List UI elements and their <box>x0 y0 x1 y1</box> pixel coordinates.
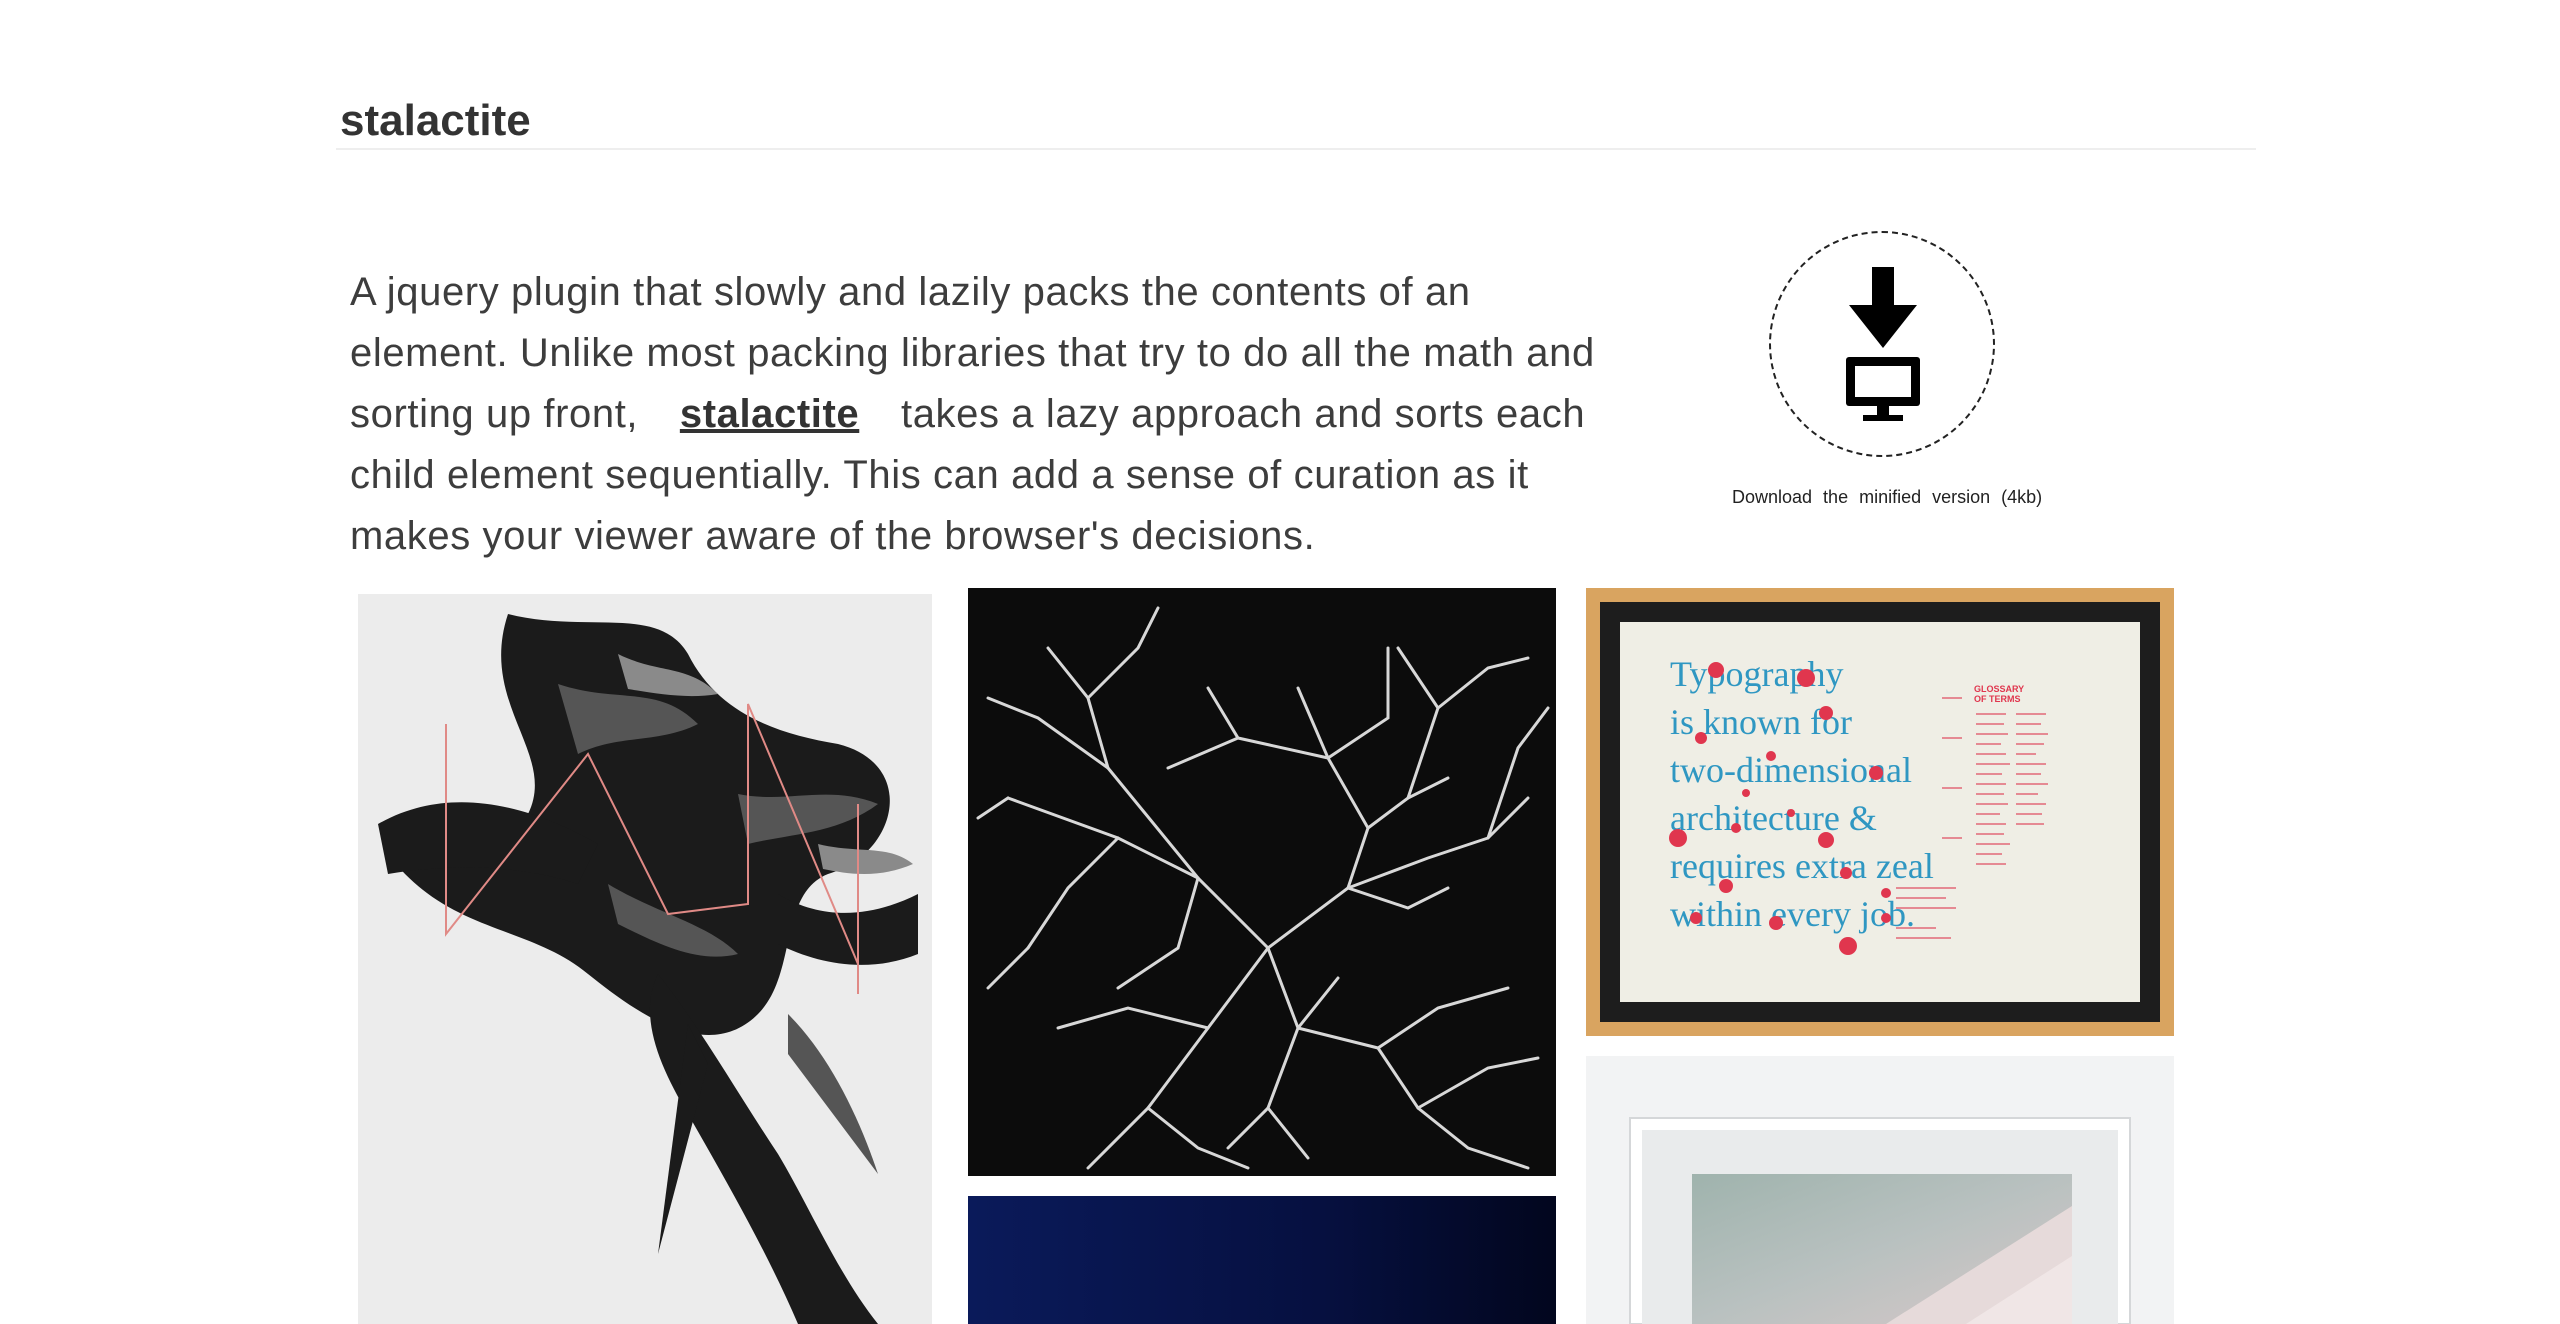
sculpture-artwork <box>358 594 932 1324</box>
gallery-image-branches[interactable] <box>968 588 1556 1176</box>
stalactite-link[interactable]: stalactite <box>650 392 889 436</box>
poster-glossary-title-2: OF TERMS <box>1974 694 2021 704</box>
download-to-computer-icon <box>1846 267 1920 421</box>
poster-glossary-title-1: GLOSSARY <box>1974 684 2024 694</box>
poster-line-6: within every job. <box>1670 894 1915 934</box>
gallery-image-typography-poster[interactable]: Typography is known for two-dimensional … <box>1586 588 2174 1036</box>
download-button[interactable] <box>1769 231 1995 457</box>
night-sky-artwork <box>968 1196 1556 1324</box>
download-caption[interactable]: Download the minified version (4kb) <box>1732 487 2042 508</box>
gallery-image-night[interactable] <box>968 1196 1556 1324</box>
gallery-image-sculpture[interactable] <box>358 594 932 1324</box>
framed-print-artwork <box>1586 1056 2174 1324</box>
intro-paragraph: A jquery plugin that slowly and lazily p… <box>350 262 1620 567</box>
branches-artwork <box>968 588 1556 1176</box>
gallery-image-framed-print[interactable] <box>1586 1056 2174 1324</box>
page-title: stalactite <box>340 96 531 145</box>
title-divider <box>336 148 2256 150</box>
poster-line-1: Typography <box>1670 654 1843 694</box>
typography-poster-artwork: Typography is known for two-dimensional … <box>1586 588 2174 1036</box>
poster-line-4: architecture & <box>1670 798 1877 838</box>
poster-line-5: requires extra zeal <box>1670 846 1934 886</box>
download-widget[interactable]: Download the minified version (4kb) <box>1732 231 2042 508</box>
